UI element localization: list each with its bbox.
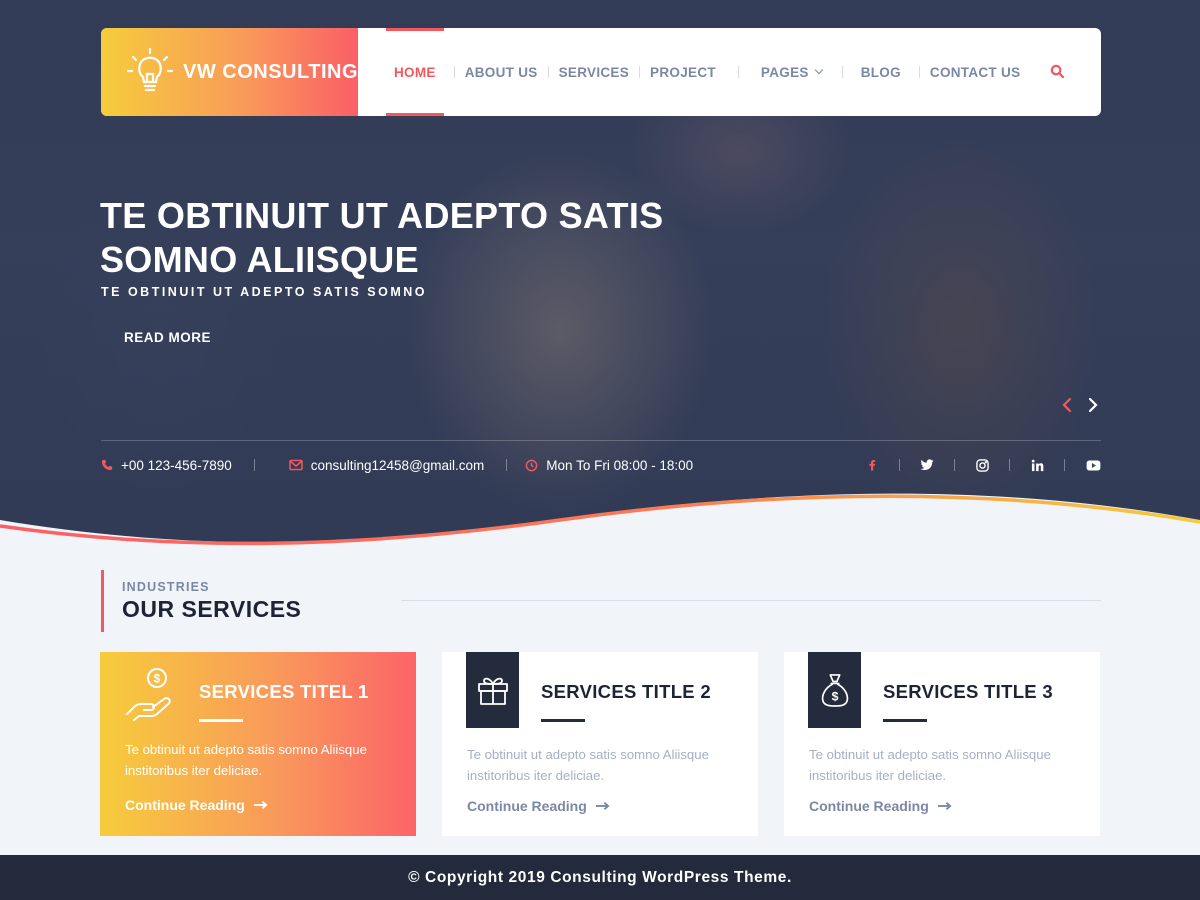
email-icon: [288, 459, 303, 471]
site-logo[interactable]: VW CONSULTING: [101, 28, 358, 116]
contact-divider: [101, 440, 1101, 441]
nav-contact-us[interactable]: CONTACT US: [930, 28, 1021, 116]
social-divider: [899, 459, 900, 471]
service-title: SERVICES TITLE 2: [541, 681, 711, 702]
nav-divider: [737, 66, 739, 78]
service-icon-box: $: [808, 652, 861, 728]
social-links: [865, 458, 1101, 472]
contact-email[interactable]: consulting12458@gmail.com: [288, 457, 485, 473]
nav-pages-label: PAGES: [760, 64, 809, 80]
read-more-button[interactable]: READ MORE: [124, 330, 211, 345]
nav-divider: [918, 66, 920, 78]
continue-reading-link[interactable]: Continue Reading: [809, 798, 952, 814]
business-hours: Mon To Fri 08:00 - 18:00: [546, 457, 694, 473]
gift-icon: [477, 677, 508, 705]
hand-coin-icon: $: [126, 668, 171, 721]
nav-home-label: HOME: [394, 64, 436, 80]
contact-divider: [253, 459, 255, 471]
svg-text:$: $: [154, 672, 161, 686]
nav-about-us[interactable]: ABOUT US: [465, 28, 538, 116]
site-footer: © Copyright 2019 Consulting WordPress Th…: [0, 855, 1200, 900]
nav-divider: [841, 66, 843, 78]
phone-number: +00 123-456-7890: [121, 457, 232, 473]
nav-about-us-label: ABOUT US: [464, 64, 538, 80]
service-description: Te obtinuit ut adepto satis somno Aliisq…: [125, 742, 367, 778]
contact-hours: Mon To Fri 08:00 - 18:00: [525, 458, 693, 473]
title-underline: [883, 719, 927, 722]
arrow-right-icon: [595, 802, 610, 810]
social-divider: [954, 459, 955, 471]
arrow-right-icon: [937, 802, 952, 810]
nav-menu: HOME ABOUT US SERVICES PROJECT PAGES BLO…: [358, 28, 1066, 116]
instagram-icon[interactable]: [975, 458, 989, 472]
contact-phone[interactable]: +00 123-456-7890: [101, 458, 232, 473]
service-card[interactable]: $ SERVICES TITEL 1 Te obtinuit ut adepto…: [100, 652, 416, 836]
continue-reading-label: Continue Reading: [467, 798, 587, 814]
nav-blog-label: BLOG: [860, 64, 901, 80]
hero-subtitle: TE OBTINUIT UT ADEPTO SATIS SOMNO: [101, 285, 428, 299]
service-title: SERVICES TITLE 3: [883, 681, 1053, 702]
service-description: Te obtinuit ut adepto satis somno Aliisq…: [809, 747, 1051, 783]
money-bag-icon: $: [821, 674, 848, 707]
service-icon-box: [466, 652, 519, 728]
service-card[interactable]: $ SERVICES TITLE 3 Te obtinuit ut adepto…: [784, 652, 1100, 836]
nav-services[interactable]: SERVICES: [559, 28, 629, 116]
continue-reading-link[interactable]: Continue Reading: [467, 798, 610, 814]
title-underline: [199, 719, 243, 722]
brand-name: VW CONSULTING: [183, 60, 359, 83]
arrow-right-icon: [253, 801, 268, 809]
nav-pages[interactable]: PAGES: [760, 28, 823, 116]
copyright-text: © Copyright 2019 Consulting WordPress Th…: [408, 868, 792, 886]
phone-icon: [101, 459, 113, 471]
lightbulb-icon: [126, 47, 174, 92]
nav-project[interactable]: PROJECT: [650, 28, 716, 116]
social-divider: [1064, 459, 1065, 471]
facebook-icon[interactable]: [865, 458, 879, 472]
section-rule: [401, 600, 1101, 601]
search-icon[interactable]: [1050, 64, 1066, 80]
hero-title: TE OBTINUIT UT ADEPTO SATIS SOMNO ALIISQ…: [100, 195, 664, 280]
service-title: SERVICES TITEL 1: [199, 681, 369, 702]
main-navbar: VW CONSULTING HOME ABOUT US SERVICES PRO…: [101, 28, 1101, 116]
nav-divider: [453, 66, 455, 78]
email-address: consulting12458@gmail.com: [310, 457, 485, 473]
service-card[interactable]: SERVICES TITLE 2 Te obtinuit ut adepto s…: [442, 652, 758, 836]
hero-wave-divider: [0, 493, 1200, 570]
chevron-right-icon[interactable]: [1086, 396, 1100, 414]
slider-controls: [1060, 396, 1100, 414]
linkedin-icon[interactable]: [1030, 458, 1044, 472]
contact-bar: +00 123-456-7890 consulting12458@gmail.c…: [101, 452, 1101, 478]
nav-divider: [547, 66, 549, 78]
nav-divider: [639, 66, 641, 78]
services-section-header: INDUSTRIES OUR SERVICES: [101, 568, 301, 632]
nav-home[interactable]: HOME: [386, 28, 444, 116]
chevron-left-icon[interactable]: [1060, 396, 1074, 414]
continue-reading-label: Continue Reading: [125, 797, 245, 813]
section-title: OUR SERVICES: [122, 596, 302, 622]
nav-contact-us-label: CONTACT US: [929, 64, 1021, 80]
social-divider: [1009, 459, 1010, 471]
nav-services-label: SERVICES: [558, 64, 630, 80]
continue-reading-link[interactable]: Continue Reading: [125, 797, 268, 813]
chevron-down-icon: [814, 65, 823, 75]
continue-reading-label: Continue Reading: [809, 798, 929, 814]
nav-project-label: PROJECT: [650, 64, 716, 80]
youtube-icon[interactable]: [1085, 458, 1101, 472]
clock-icon: [525, 459, 538, 471]
service-description: Te obtinuit ut adepto satis somno Aliisq…: [467, 747, 709, 783]
contact-divider: [506, 459, 508, 471]
nav-blog[interactable]: BLOG: [861, 28, 901, 116]
twitter-icon[interactable]: [920, 458, 934, 472]
section-kicker: INDUSTRIES: [122, 580, 210, 594]
svg-text:$: $: [831, 689, 838, 703]
title-underline: [541, 719, 585, 722]
